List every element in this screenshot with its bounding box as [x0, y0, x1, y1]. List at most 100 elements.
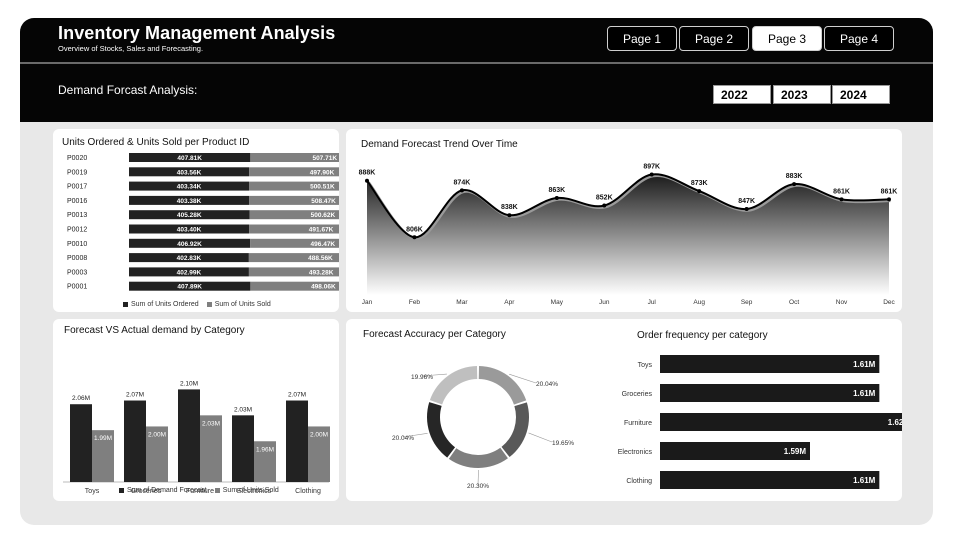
year-2022-button[interactable]: 2022 [713, 85, 771, 104]
trend-value-label: 806K [406, 226, 423, 233]
units-ordered-label: 406.92K [177, 241, 202, 248]
units-ordered-label: 403.40K [177, 227, 202, 234]
accuracy-leader-line [528, 432, 553, 443]
trend-x-tick: Sep [741, 299, 753, 306]
trend-point [744, 207, 749, 211]
trend-value-label: 888K [359, 170, 376, 177]
accuracy-value-label: 20.30% [467, 483, 489, 490]
trend-point [792, 182, 797, 187]
units-category-label: P0020 [67, 155, 87, 162]
trend-x-tick: Jan [362, 299, 373, 306]
frequency-category-label: Clothing [626, 478, 652, 485]
accuracy-slice-groceries [427, 402, 456, 458]
trend-point [412, 235, 417, 240]
trend-value-label: 838K [501, 204, 518, 211]
units-sold-label: 493.28K [309, 269, 334, 276]
header-divider [20, 62, 933, 64]
units-sold-label: 507.71K [312, 155, 337, 162]
frequency-category-label: Toys [638, 362, 653, 369]
trend-x-tick: Apr [504, 299, 515, 306]
units-sold-label: 500.51K [310, 184, 335, 191]
units-card: Units Ordered & Units Sold per Product I… [53, 129, 339, 312]
accuracy-value-label: 19.96% [411, 374, 433, 381]
fva-forecast-label: 2.07M [126, 392, 144, 399]
trend-x-tick: Feb [409, 299, 421, 306]
trend-x-tick: Nov [836, 299, 848, 306]
accuracy-frequency-card: Forecast Accuracy per Category Order fre… [346, 319, 902, 501]
trend-x-tick: Aug [693, 299, 705, 306]
frequency-bar [660, 471, 880, 489]
trend-value-label: 847K [738, 198, 755, 205]
fva-sold-label: 2.00M [310, 431, 328, 438]
year-2024-button[interactable]: 2024 [832, 85, 890, 104]
fva-legend-forecast-label: Sum of Demand Forecast [127, 487, 207, 494]
fva-forecast-bar [70, 404, 92, 482]
accuracy-slice-toys [429, 366, 478, 405]
fva-sold-label: 1.96M [256, 446, 274, 453]
page-4-button[interactable]: Page 4 [824, 26, 894, 51]
trend-x-tick: Jul [648, 299, 657, 306]
accuracy-slice-electronics [501, 402, 529, 458]
frequency-bar [660, 384, 880, 402]
units-ordered-label: 407.81K [177, 155, 202, 162]
dashboard-frame: Inventory Management Analysis Overview o… [20, 18, 933, 525]
units-category-label: P0016 [67, 198, 87, 205]
trend-x-tick: Oct [789, 299, 799, 306]
page-2-button[interactable]: Page 2 [679, 26, 749, 51]
trend-value-label: 863K [548, 187, 565, 194]
trend-value-label: 873K [691, 180, 708, 187]
fva-category-label: Toys [85, 488, 100, 495]
fva-sold-label: 2.00M [148, 431, 166, 438]
frequency-value-label: 1.61M [853, 360, 876, 369]
trend-point [507, 213, 512, 218]
year-2023-button[interactable]: 2023 [773, 85, 831, 104]
fva-legend-sold: Sum of Units Sold [214, 487, 279, 494]
page-subtitle: Overview of Stocks, Sales and Forecastin… [58, 44, 204, 53]
units-category-label: P0001 [67, 284, 87, 291]
units-category-label: P0012 [67, 227, 87, 234]
trend-value-label: 897K [643, 164, 660, 171]
fva-forecast-label: 2.07M [288, 392, 306, 399]
units-ordered-label: 407.89K [177, 284, 202, 291]
trend-point [839, 197, 844, 202]
units-sold-label: 497.90K [310, 169, 335, 176]
header-bar: Inventory Management Analysis Overview o… [20, 18, 933, 122]
fva-forecast-label: 2.03M [234, 406, 252, 413]
units-ordered-label: 402.99K [177, 269, 202, 276]
units-ordered-label: 403.34K [177, 184, 202, 191]
trend-value-label: 852K [596, 195, 613, 202]
units-ordered-label: 403.56K [177, 169, 202, 176]
units-ordered-label: 403.38K [177, 198, 202, 205]
frequency-value-label: 1.62M [888, 418, 902, 427]
units-legend-sold: Sum of Units Sold [206, 301, 271, 308]
units-legend-ordered: Sum of Units Ordered [123, 301, 199, 308]
trend-point [365, 178, 369, 183]
trend-card: Demand Forecast Trend Over Time 888K Jan 8… [346, 129, 902, 312]
trend-point [459, 188, 464, 193]
accuracy-slice-clothing [478, 366, 527, 405]
forecast-actual-legend: Sum of Demand Forecast Sum of Units Sold [119, 487, 279, 494]
fva-legend-forecast: Sum of Demand Forecast [119, 487, 207, 494]
page-3-button[interactable]: Page 3 [752, 26, 822, 51]
accuracy-value-label: 20.04% [536, 381, 558, 388]
fva-forecast-label: 2.10M [180, 380, 198, 387]
page-title: Inventory Management Analysis [58, 23, 336, 43]
units-legend-sold-label: Sum of Units Sold [214, 301, 271, 308]
units-sold-label: 488.56K [308, 255, 333, 262]
page-1-button[interactable]: Page 1 [607, 26, 677, 51]
trend-point [697, 189, 702, 194]
units-category-label: P0019 [67, 169, 87, 176]
frequency-category-label: Groceries [622, 391, 653, 398]
frequency-category-label: Furniture [624, 420, 652, 427]
fva-forecast-bar [232, 415, 254, 482]
accuracy-value-label: 20.04% [392, 435, 414, 442]
trend-x-tick: Dec [883, 299, 895, 306]
section-title: Demand Forcast Analysis: [58, 83, 198, 97]
units-legend: Sum of Units Ordered Sum of Units Sold [123, 301, 271, 308]
units-sold-label: 498.06K [311, 284, 336, 291]
units-category-label: P0010 [67, 241, 87, 248]
frequency-value-label: 1.61M [853, 389, 876, 398]
trend-x-tick: May [551, 299, 564, 306]
units-category-label: P0003 [67, 269, 87, 276]
trend-point [554, 195, 559, 200]
